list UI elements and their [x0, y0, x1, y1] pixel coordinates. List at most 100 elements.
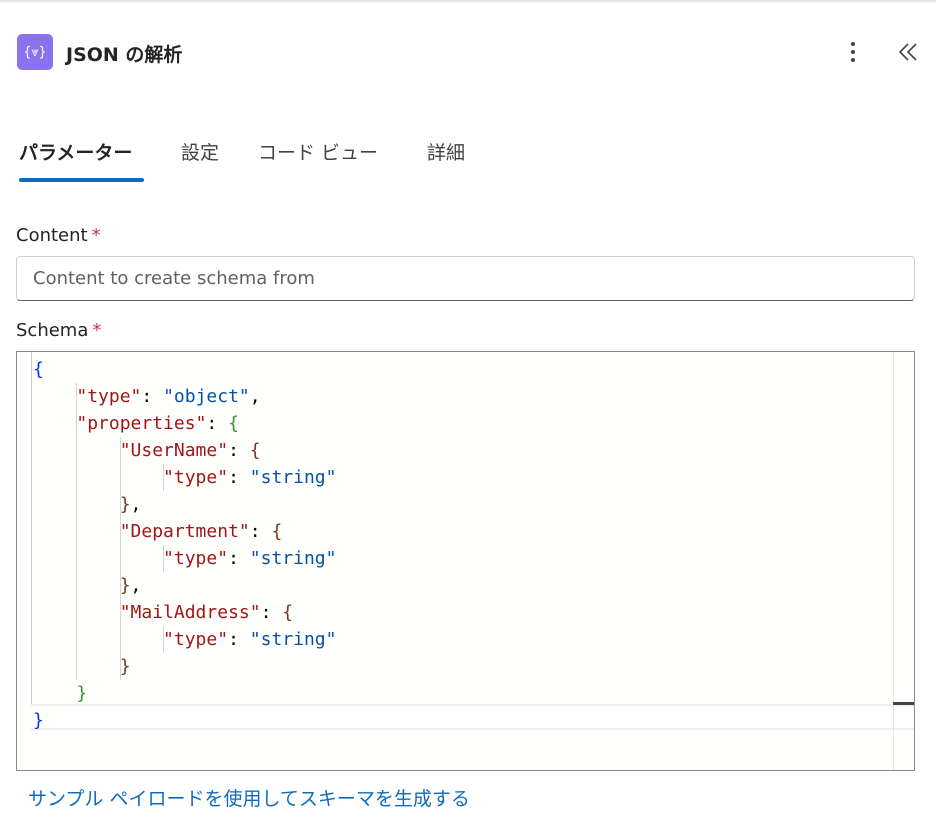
required-mark: * — [92, 320, 102, 341]
code-token: "type" — [76, 386, 142, 407]
code-token: } — [33, 710, 44, 731]
code-token: "properties" — [76, 413, 207, 434]
code-token: : — [228, 629, 250, 650]
indent-guide — [76, 410, 78, 437]
code-line: "MailAddress": { — [33, 599, 336, 626]
code-token: "type" — [163, 467, 229, 488]
collapse-panel-button[interactable] — [893, 36, 923, 68]
code-token: : — [228, 467, 250, 488]
content-input[interactable] — [16, 256, 915, 301]
panel-top-shadow — [0, 0, 936, 4]
more-dot-icon — [851, 58, 855, 62]
content-label: Content * — [16, 225, 101, 246]
indent-guide — [119, 464, 121, 491]
code-line: } — [33, 707, 336, 734]
code-line: } — [33, 653, 336, 680]
indent-guide — [119, 599, 121, 626]
code-token: , — [130, 575, 142, 596]
indent-guide — [119, 437, 121, 464]
indent-guide — [76, 626, 78, 653]
code-token: "string" — [249, 548, 337, 569]
code-line: "Department": { — [33, 518, 336, 545]
indent-guide — [119, 626, 121, 653]
indent-guide — [76, 518, 78, 545]
content-label-text: Content — [16, 225, 88, 246]
code-line: "type": "string" — [33, 626, 336, 653]
schema-code[interactable]: { "type": "object", "properties": { "Use… — [33, 356, 336, 734]
page-title: JSON の解析 — [66, 44, 183, 66]
indent-guide — [163, 545, 165, 572]
code-token: "type" — [163, 548, 229, 569]
indent-guide — [76, 545, 78, 572]
scrollbar-position-marker — [893, 702, 914, 705]
editor-scrollbar[interactable] — [893, 352, 894, 770]
more-dot-icon — [851, 42, 855, 46]
code-token: , — [130, 494, 142, 515]
tab-settings[interactable]: 設定 — [181, 138, 219, 165]
code-token: } — [119, 575, 131, 596]
code-token: { — [249, 440, 261, 461]
indent-guide — [76, 383, 78, 410]
tab-code-view[interactable]: コード ビュー — [258, 138, 378, 165]
code-line: }, — [33, 491, 336, 518]
indent-guide — [119, 572, 121, 599]
indent-guide — [119, 491, 121, 518]
code-token: : — [206, 413, 229, 434]
code-line: "type": "object", — [33, 383, 336, 410]
tab-parameters[interactable]: パラメーター — [19, 138, 132, 165]
schema-label-text: Schema — [16, 320, 89, 341]
indent-guide — [76, 653, 78, 680]
code-token: "UserName" — [119, 440, 229, 461]
indent-guide — [76, 572, 78, 599]
code-token: : — [141, 386, 164, 407]
schema-code-editor[interactable]: { "type": "object", "properties": { "Use… — [16, 351, 915, 771]
code-token: "Department" — [119, 521, 250, 542]
panel-header: {⩔} JSON の解析 — [17, 34, 921, 70]
required-mark: * — [91, 225, 101, 246]
schema-label: Schema * — [16, 320, 101, 341]
code-token: : — [260, 602, 283, 623]
code-token: "string" — [249, 467, 337, 488]
code-token: { — [228, 413, 239, 434]
code-line: }, — [33, 572, 336, 599]
tab-details[interactable]: 詳細 — [427, 138, 465, 165]
code-token: "object" — [163, 386, 250, 407]
code-line: "properties": { — [33, 410, 336, 437]
code-token: } — [119, 656, 131, 677]
indent-guide — [163, 464, 165, 491]
code-token: } — [119, 494, 131, 515]
indent-guide — [76, 437, 78, 464]
generate-schema-from-sample-link[interactable]: サンプル ペイロードを使用してスキーマを生成する — [28, 784, 470, 811]
code-token: "string" — [249, 629, 337, 650]
code-token: { — [282, 602, 294, 623]
code-token: } — [76, 683, 88, 704]
code-line: "type": "string" — [33, 464, 336, 491]
code-token: "type" — [163, 629, 229, 650]
double-chevron-left-icon — [898, 43, 917, 61]
more-options-button[interactable] — [843, 38, 863, 66]
code-token: : — [228, 440, 250, 461]
code-token: { — [271, 521, 283, 542]
code-token: "MailAddress" — [119, 602, 261, 623]
indent-guide — [76, 599, 78, 626]
code-token: : — [228, 548, 250, 569]
indent-guide — [31, 352, 32, 704]
indent-guide — [119, 518, 121, 545]
more-dot-icon — [851, 50, 855, 54]
indent-guide — [76, 491, 78, 518]
code-line: "UserName": { — [33, 437, 336, 464]
active-tab-indicator — [19, 178, 144, 182]
code-token: : — [249, 521, 272, 542]
code-token: { — [33, 359, 44, 380]
parse-json-icon: {⩔} — [17, 34, 53, 70]
indent-guide — [163, 626, 165, 653]
indent-guide — [76, 464, 78, 491]
code-line: "type": "string" — [33, 545, 336, 572]
indent-guide — [119, 545, 121, 572]
